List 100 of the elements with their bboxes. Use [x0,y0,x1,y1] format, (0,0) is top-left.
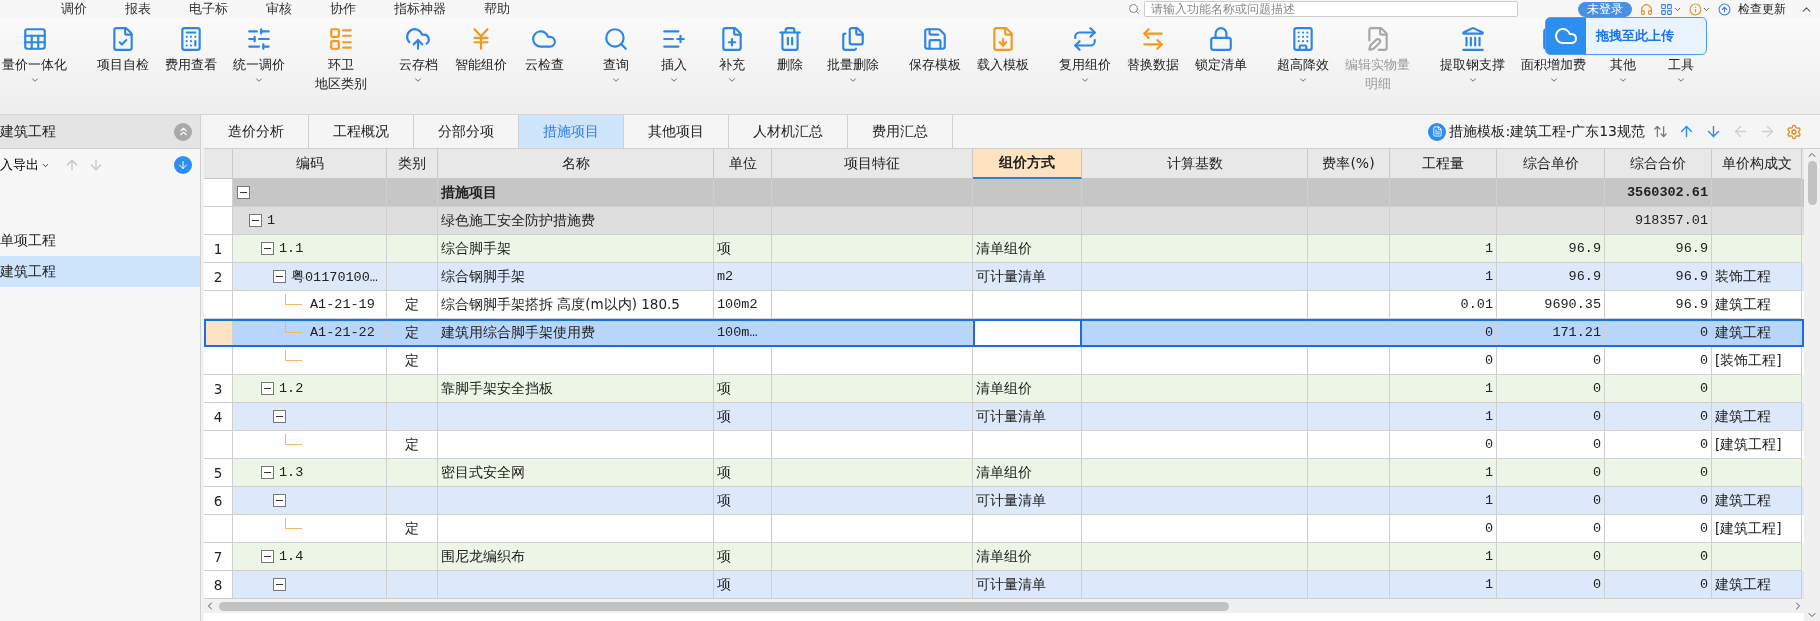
table-row[interactable]: A1-21-22 定 建筑用综合脚手架使用费 100m… 0 171.21 0 建筑工程 [204,319,1804,347]
tab[interactable]: 造价分析 [204,115,309,148]
collapse-icon[interactable] [261,242,274,255]
menu-item[interactable]: 协作 [311,0,375,18]
row-number: 5 [204,459,233,487]
table-row[interactable]: 8 项 可计量清单 1 0 0 建筑工程 [204,571,1804,599]
code-text: 1 [267,213,276,228]
table-row[interactable]: 措施项目 3560302.61 [204,179,1804,207]
collapse-icon[interactable] [273,270,286,283]
file-plus-icon [719,26,745,52]
cloud-upload-icon [405,26,431,52]
toolbar-button[interactable]: 统一调价 [231,24,287,85]
toolbar-button[interactable]: 载入模板 [975,24,1031,73]
toolbar-button[interactable]: 锁定清单 [1193,24,1249,85]
row-number: 3 [204,375,233,403]
save-icon [922,26,948,52]
toolbar-button[interactable]: 云存档 [395,24,441,85]
table-row[interactable]: 2 粤01170100… 综合钢脚手架 m2 可计量清单 1 96.9 96.9 装饰工程 [204,263,1804,291]
search-field[interactable]: 请输入功能名称或问题描述 [1144,1,1518,17]
tree-item[interactable]: 建筑工程 [0,256,200,287]
collapse-icon[interactable] [249,214,262,227]
template-text: 措施模板:建筑工程-广东13规范 [1449,122,1645,141]
tab[interactable]: 工程概况 [309,115,414,148]
menu-item[interactable]: 帮助 [465,0,529,18]
import-export-button[interactable]: 入导出 [0,156,50,174]
table-row[interactable]: 定 0 0 0 [建筑工程] [204,431,1804,459]
collapse-icon[interactable] [261,466,274,479]
table-row[interactable]: 定 0 0 0 [装饰工程] [204,347,1804,375]
toolbar-button[interactable]: 批量删除 [825,24,881,85]
toolbar-button[interactable]: 环卫 地区类别 [313,24,369,92]
tab[interactable]: 其他项目 [624,115,729,148]
toolbar-button[interactable]: 保存模板 [907,24,963,73]
sort-icon[interactable] [1653,124,1668,139]
upload-label[interactable]: 拖拽至此上传 [1596,27,1674,45]
table-row[interactable]: 定 0 0 0 [建筑工程] [204,515,1804,543]
swap-icon [1140,26,1166,52]
repeat-icon [1072,26,1098,52]
trash-icon [777,26,803,52]
template-label[interactable]: 措施模板:建筑工程-广东13规范 [1428,115,1645,148]
code-text: 1.4 [279,549,304,564]
toolbar-button[interactable]: 删除 [767,24,813,85]
table-row[interactable]: 4 项 可计量清单 1 0 0 建筑工程 [204,403,1804,431]
collapse-icon[interactable] [261,382,274,395]
collapse-icon[interactable] [273,578,286,591]
menu-item[interactable]: 调价 [42,0,106,18]
toolbar-button[interactable]: 补充 [709,24,755,85]
menu-item[interactable]: 审核 [247,0,311,18]
tree-connector [285,518,302,529]
document-icon [1428,122,1447,141]
headset-icon[interactable] [1640,2,1653,16]
spreadsheet-icon [21,26,48,52]
code-text: 1.2 [279,381,304,396]
table-row[interactable]: 3 1.2 靠脚手架安全挡板 项 清单组价 1 0 0 [204,375,1804,403]
toolbar-button[interactable]: 替换数据 [1125,24,1181,85]
settings-icon[interactable] [1786,123,1802,140]
tree-connector [285,350,302,361]
toolbar-button[interactable]: 智能组价 [453,24,509,85]
tree-connector [285,322,302,333]
toolbar-button[interactable]: 超高降效 [1275,24,1331,92]
collapse-icon[interactable] [237,186,250,199]
tree-connector [285,434,302,445]
toolbar-button[interactable]: 查询 [593,24,639,85]
files-icon [840,26,866,52]
download-icon[interactable] [174,156,192,174]
vertical-scrollbar[interactable] [1807,161,1817,205]
code-text: A1-21-22 [310,325,375,340]
column-header[interactable]: 组价方式 [973,149,1082,179]
tab[interactable]: 费用汇总 [848,115,953,148]
menu-item[interactable]: 报表 [106,0,170,18]
toolbar-button[interactable]: 提取钢支撑 [1438,24,1507,85]
grid-icon[interactable] [1660,2,1682,16]
table-row[interactable]: 6 项 可计量清单 1 0 0 建筑工程 [204,487,1804,515]
horizontal-scrollbar[interactable] [219,601,1229,611]
tab[interactable]: 人材机汇总 [729,115,848,148]
collapse-icon[interactable] [273,494,286,507]
toolbar-button[interactable]: 复用组价 [1057,24,1113,85]
code-text: A1-21-19 [310,297,375,312]
table-cell[interactable] [973,319,1082,347]
sliders-icon [246,26,272,52]
pillars-icon [1459,26,1486,52]
collapse-icon[interactable] [261,550,274,563]
collapse-icon[interactable] [273,410,286,423]
table-row[interactable]: 5 1.3 密目式安全网 项 清单组价 1 0 0 [204,459,1804,487]
toolbar-button[interactable]: 费用查看 [163,24,219,85]
toolbar-button[interactable]: 插入 [651,24,697,85]
menu-item[interactable]: 指标神器 [375,0,465,18]
row-number [204,515,233,543]
tree-item[interactable]: 单项工程 [0,225,200,256]
toolbar-button[interactable]: 量价一体化 [0,24,69,85]
toolbar-button[interactable]: 云检查 [521,24,567,85]
check-update-link[interactable]: 检查更新 [1738,0,1786,18]
row-number [204,347,233,375]
table-row[interactable]: 1 绿色施工安全防护措施费 918357.01 [204,207,1804,235]
table-row[interactable]: 1 1.1 综合脚手架 项 清单组价 1 96.9 96.9 [204,235,1804,263]
toolbar-button[interactable]: 项目自检 [95,24,151,85]
info-icon[interactable] [1689,2,1711,16]
menu-item[interactable]: 电子标 [170,0,247,18]
row-number [204,431,233,459]
table-row[interactable]: A1-21-19 定 综合钢脚手架搭拆 高度(m以内) 180.5 100m2 0.01 9690.35 96.9 建筑工程 [204,291,1804,319]
table-row[interactable]: 7 1.4 围尼龙编织布 项 清单组价 1 0 0 [204,543,1804,571]
